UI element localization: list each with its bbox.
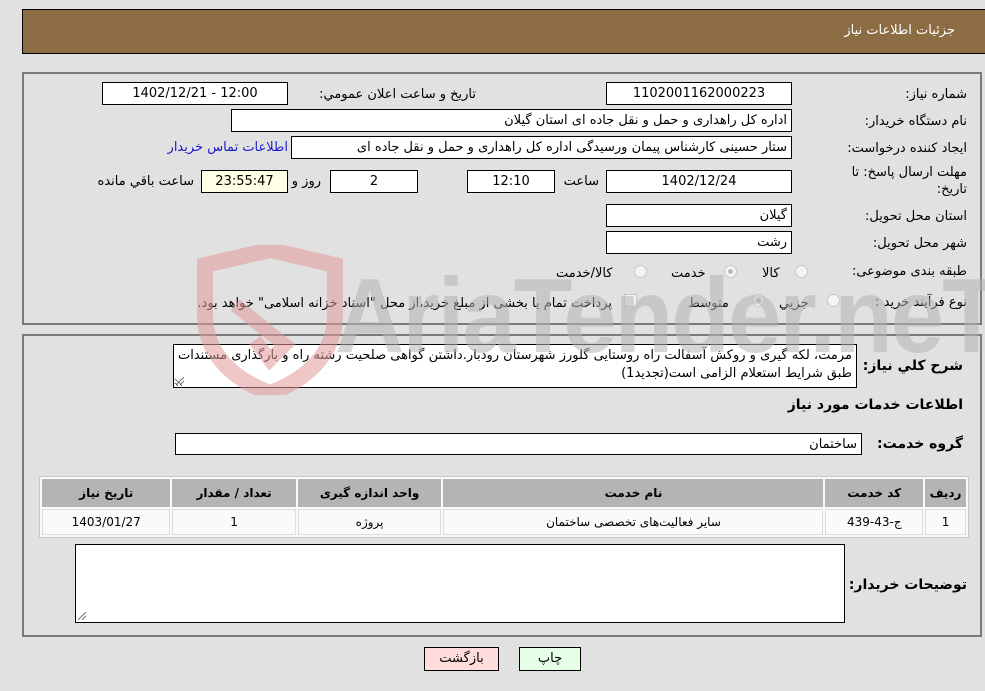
col-header-quantity: تعداد / مقدار <box>172 479 296 507</box>
resize-grip-icon[interactable] <box>176 377 184 385</box>
deadline-time-field: 12:10 <box>467 170 555 193</box>
buyer-notes-textarea[interactable] <box>75 544 845 623</box>
deadline-label-line1: مهلت ارسال پاسخ: تا <box>851 165 967 180</box>
city-label: شهر محل تحویل: <box>872 236 967 251</box>
service-group-field: ساختمان <box>175 433 862 455</box>
col-header-service-code: کد خدمت <box>825 479 924 507</box>
cell-quantity: 1 <box>172 509 296 535</box>
category-option-goods-service: کالا/خدمت <box>556 266 613 281</box>
category-radio-goods[interactable] <box>795 265 808 278</box>
deadline-label-line2: تاریخ: <box>936 182 967 197</box>
purchase-option-minor: جزيي <box>779 296 809 311</box>
category-option-service: خدمت <box>671 266 706 281</box>
category-label: طبقه بندی موضوعی: <box>851 264 967 279</box>
buyer-org-label: نام دستگاه خریدار: <box>864 114 967 129</box>
cell-row-number: 1 <box>925 509 966 535</box>
purchase-radio-medium[interactable] <box>752 294 765 307</box>
col-header-unit: واحد اندازه گیری <box>297 479 442 507</box>
description-textarea[interactable]: مرمت، لکه گیری و روکش آسفالت راه روستایی… <box>173 344 857 388</box>
treasury-checkbox[interactable] <box>624 294 637 307</box>
category-option-goods: کالا <box>762 266 780 281</box>
deadline-time-label: ساعت <box>563 174 599 189</box>
service-group-label: گروه خدمت: <box>877 436 963 452</box>
buyer-notes-label: توضيحات خريدار: <box>848 577 967 593</box>
province-field: گیلان <box>606 204 792 227</box>
need-number-field: 1102001162000223 <box>606 82 792 105</box>
cell-service-name: سایر فعالیت‌های تخصصی ساختمان <box>443 509 824 535</box>
requester-label: ایجاد کننده درخواست: <box>847 141 967 156</box>
table-row: 1 ج-43-439 سایر فعالیت‌های تخصصی ساختمان… <box>42 509 966 535</box>
page-header: جزئیات اطلاعات نیاز <box>22 9 985 54</box>
table-header-row: رديف کد خدمت نام خدمت واحد اندازه گیری ت… <box>42 479 966 507</box>
days-label: روز و <box>291 174 321 189</box>
purchase-radio-minor[interactable] <box>827 294 840 307</box>
back-button[interactable]: بازگشت <box>424 647 499 671</box>
purchase-type-label: نوع فرآیند خرید : <box>875 295 967 310</box>
need-number-label: شماره نیاز: <box>905 87 967 102</box>
print-button[interactable]: چاپ <box>519 647 581 671</box>
col-header-row-number: رديف <box>925 479 966 507</box>
cell-unit: پروژه <box>297 509 442 535</box>
resize-grip-icon[interactable] <box>78 612 86 620</box>
category-radio-service[interactable] <box>724 265 737 278</box>
time-remaining-field: 23:55:47 <box>201 170 288 193</box>
purchase-option-medium: متوسط <box>688 296 729 311</box>
description-label: شرح کلي نياز: <box>862 358 963 374</box>
buyer-org-field: اداره کل راهداری و حمل و نقل جاده ای است… <box>231 109 792 132</box>
cell-service-code: ج-43-439 <box>825 509 924 535</box>
announce-datetime-label: تاريخ و ساعت اعلان عمومي: <box>319 87 476 102</box>
days-remaining-field: 2 <box>330 170 418 193</box>
cell-need-date: 1403/01/27 <box>42 509 171 535</box>
page-title: جزئیات اطلاعات نیاز <box>844 23 955 38</box>
requester-field: ستار حسینی کارشناس پیمان ورسیدگی اداره ک… <box>291 136 792 159</box>
deadline-date-field: 1402/12/24 <box>606 170 792 193</box>
col-header-need-date: تاریخ نیاز <box>42 479 171 507</box>
description-text: مرمت، لکه گیری و روکش آسفالت راه روستایی… <box>177 348 852 381</box>
services-section-title: اطلاعات خدمات مورد نياز <box>787 397 963 413</box>
treasury-note: پرداخت تمام یا بخشی از مبلغ خرید،از محل … <box>197 296 612 311</box>
buyer-contact-link[interactable]: اطلاعات تماس خریدار <box>168 140 288 155</box>
time-remaining-label: ساعت باقي مانده <box>97 174 194 189</box>
category-radio-goods-service[interactable] <box>634 265 647 278</box>
province-label: استان محل تحویل: <box>865 209 967 224</box>
col-header-service-name: نام خدمت <box>443 479 824 507</box>
city-field: رشت <box>606 231 792 254</box>
announce-datetime-field: 1402/12/21 - 12:00 <box>102 82 288 105</box>
services-table: رديف کد خدمت نام خدمت واحد اندازه گیری ت… <box>39 476 969 538</box>
